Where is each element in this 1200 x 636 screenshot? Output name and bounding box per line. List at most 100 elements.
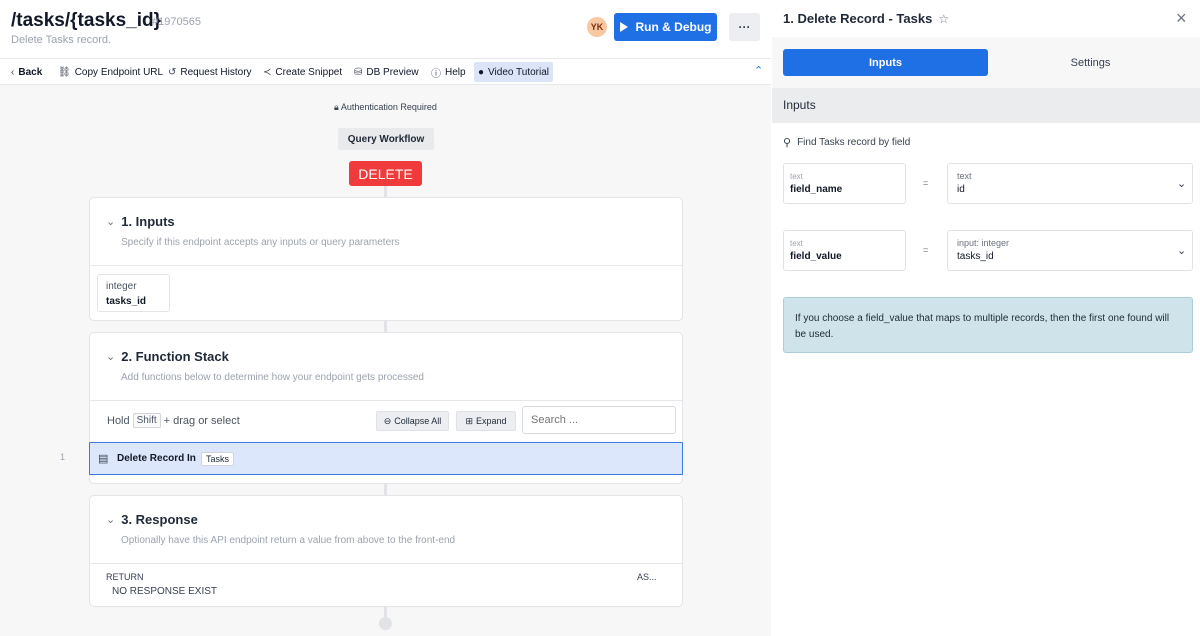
select-value: tasks_id xyxy=(957,251,994,262)
db-preview-label: DB Preview xyxy=(366,66,419,78)
line-number: 1 xyxy=(60,452,66,462)
close-icon[interactable]: × xyxy=(1176,8,1187,29)
collapse-all-label: Collapse All xyxy=(394,416,442,426)
request-history-label: Request History xyxy=(180,66,252,78)
param-type: integer xyxy=(106,281,137,292)
chevron-down-icon: ⌄ xyxy=(1177,245,1187,257)
divider xyxy=(90,400,682,401)
create-snippet-button[interactable]: ≺ Create Snippet xyxy=(263,64,342,80)
chevron-down-icon: ⌄ xyxy=(106,514,116,526)
avatar[interactable]: YK xyxy=(587,17,607,37)
chevron-left-icon: ‹ xyxy=(11,66,15,78)
select-value: id xyxy=(957,184,965,195)
inputs-subtitle: Specify if this endpoint accepts any inp… xyxy=(121,237,400,248)
inputs-card: ⌄ 1. Inputs Specify if this endpoint acc… xyxy=(89,197,683,321)
star-icon[interactable]: ☆ xyxy=(938,12,949,26)
back-button[interactable]: ‹ Back xyxy=(11,64,42,80)
as-column-header: AS... xyxy=(637,572,657,582)
function-stack-header[interactable]: ⌄ 2. Function Stack xyxy=(106,349,229,364)
find-record-label: ⚲ Find Tasks record by field xyxy=(783,136,910,149)
auth-label: Authentication Required xyxy=(340,102,437,112)
expand-label: Expand xyxy=(476,416,507,426)
info-icon: ⓘ xyxy=(431,68,441,80)
flow-end-dot xyxy=(379,617,392,630)
divider xyxy=(90,265,682,266)
field-key: field_name xyxy=(790,184,843,195)
play-icon xyxy=(619,22,628,32)
lock-icon: 🔒︎ xyxy=(334,102,339,112)
table-icon: ▤ xyxy=(98,453,109,465)
query-workflow-label: Query Workflow xyxy=(338,128,434,150)
response-card: ⌄ 3. Response Optionally have this API e… xyxy=(89,495,683,607)
run-debug-button[interactable]: Run & Debug xyxy=(614,13,717,41)
db-preview-button[interactable]: ⛁ DB Preview xyxy=(354,64,419,80)
tab-settings[interactable]: Settings xyxy=(988,49,1193,76)
select-type: text xyxy=(957,171,972,181)
find-label-text: Find Tasks record by field xyxy=(797,137,911,148)
collapse-all-button[interactable]: ⊖ Collapse All xyxy=(376,411,449,431)
response-card-header[interactable]: ⌄ 3. Response xyxy=(106,512,198,527)
function-stack-title: 2. Function Stack xyxy=(121,349,229,364)
param-name: tasks_id xyxy=(106,296,147,307)
collapse-header-icon[interactable]: ⌃ xyxy=(754,64,763,77)
select-type: input: integer xyxy=(957,238,1010,248)
panel-title: 1. Delete Record - Tasks ☆ xyxy=(783,11,949,26)
copy-url-label: Copy Endpoint URL xyxy=(74,66,164,78)
collapse-icon: ⊖ xyxy=(383,415,392,426)
response-subtitle: Optionally have this API endpoint return… xyxy=(121,535,456,546)
equals-sign: = xyxy=(923,178,929,188)
shift-key: Shift xyxy=(132,413,161,428)
divider xyxy=(90,563,682,564)
field-type: text xyxy=(790,172,803,181)
return-column-header: RETURN xyxy=(106,572,144,582)
video-tutorial-label: Video Tutorial xyxy=(488,66,550,78)
panel-tabs: Inputs Settings xyxy=(772,37,1200,88)
play-circle-icon: ● xyxy=(478,66,485,78)
endpoint-id: #1970565 xyxy=(152,16,201,28)
input-param-chip[interactable]: integer tasks_id xyxy=(97,274,170,312)
field-value-select[interactable]: input: integer tasks_id ⌄ xyxy=(947,230,1193,271)
request-history-button[interactable]: ↺ Request History xyxy=(168,64,252,80)
hold-prefix: Hold xyxy=(107,414,130,427)
inputs-card-header[interactable]: ⌄ 1. Inputs xyxy=(106,214,175,229)
hold-suffix: + drag or select xyxy=(163,414,240,427)
field-key: field_value xyxy=(790,251,842,262)
editor-pane: /tasks/{tasks_id} #1970565 Delete Tasks … xyxy=(0,0,771,636)
back-label: Back xyxy=(18,66,43,78)
function-stack-subtitle: Add functions below to determine how you… xyxy=(121,372,424,383)
response-title: 3. Response xyxy=(121,512,198,527)
function-settings-panel: 1. Delete Record - Tasks ☆ × Inputs Sett… xyxy=(772,0,1200,636)
copy-endpoint-url-button[interactable]: ⛓ Copy Endpoint URL xyxy=(58,64,163,80)
function-row[interactable]: ▤ Delete Record In Tasks xyxy=(89,442,683,475)
help-label: Help xyxy=(445,66,466,78)
chevron-down-icon: ⌄ xyxy=(1177,178,1187,190)
workflow-canvas: 🔒︎ Authentication Required Query Workflo… xyxy=(0,85,771,636)
chevron-down-icon: ⌄ xyxy=(106,216,116,228)
more-options-button[interactable]: ··· xyxy=(729,13,760,41)
history-icon: ↺ xyxy=(168,66,177,78)
function-table-tag: Tasks xyxy=(201,452,235,466)
panel-title-text: 1. Delete Record - Tasks xyxy=(783,11,933,26)
expand-button[interactable]: ⊞ Expand xyxy=(456,411,516,431)
page-title: /tasks/{tasks_id} xyxy=(11,10,161,31)
no-response-text: NO RESPONSE EXIST xyxy=(112,586,218,597)
endpoint-header: /tasks/{tasks_id} #1970565 Delete Tasks … xyxy=(0,0,771,58)
create-snippet-label: Create Snippet xyxy=(275,66,343,78)
auth-indicator: 🔒︎ Authentication Required xyxy=(0,102,771,113)
link-icon: ⛓ xyxy=(58,66,71,78)
equals-sign: = xyxy=(923,245,929,255)
field-name-box[interactable]: text field_name xyxy=(783,163,906,204)
chevron-down-icon: ⌄ xyxy=(106,351,116,363)
field-value-box[interactable]: text field_value xyxy=(783,230,906,271)
section-header: Inputs xyxy=(772,88,1200,123)
field-name-select[interactable]: text id ⌄ xyxy=(947,163,1193,204)
function-search-input[interactable] xyxy=(522,406,676,434)
run-debug-label: Run & Debug xyxy=(635,20,712,34)
video-tutorial-button[interactable]: ● Video Tutorial xyxy=(474,62,554,82)
http-method-badge[interactable]: DELETE xyxy=(349,161,422,186)
help-button[interactable]: ⓘ Help xyxy=(431,64,466,80)
endpoint-toolbar: ‹ Back ⛓ Copy Endpoint URL ↺ Request His… xyxy=(0,58,771,85)
field-type: text xyxy=(790,239,803,248)
function-label: Delete Record In xyxy=(117,453,196,464)
tab-inputs[interactable]: Inputs xyxy=(783,49,988,76)
